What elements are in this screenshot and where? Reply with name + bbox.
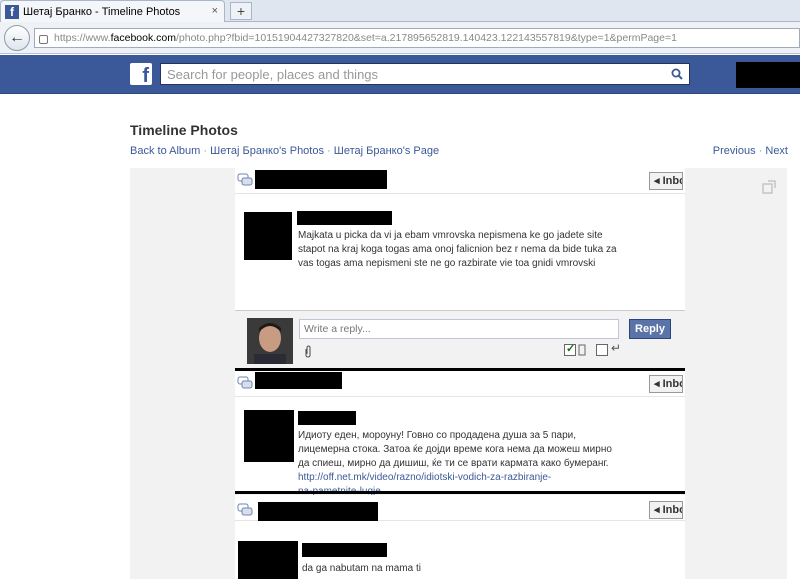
url-host: facebook.com	[110, 32, 176, 44]
facebook-top-bar: f Search for people, places and things	[0, 55, 800, 94]
message-line: лицемерна стока. Затоа ќе дојди време ко…	[298, 444, 612, 455]
redacted-author-name	[302, 543, 387, 557]
pager-separator: ·	[758, 145, 763, 157]
redacted-author-name	[298, 411, 356, 425]
return-arrow-icon: ↵	[611, 341, 622, 355]
browser-tab[interactable]: f Шетај Бранко - Timeline Photos ×	[0, 0, 225, 22]
message-body: Majkata u picka da vi ja ebam vmrovska n…	[298, 229, 617, 271]
message-link[interactable]: http://off.net.mk/video/razno/idiotski-v…	[298, 471, 612, 485]
breadcrumb-photos[interactable]: Шетај Бранко's Photos	[210, 145, 324, 157]
breadcrumb: Back to Album · Шетај Бранко's Photos · …	[130, 145, 439, 157]
breadcrumb-separator: ·	[203, 145, 208, 157]
new-tab-button[interactable]: +	[230, 2, 252, 20]
back-button[interactable]: ←	[4, 25, 30, 51]
breadcrumb-page[interactable]: Шетај Бранко's Page	[334, 145, 439, 157]
previous-link[interactable]: Previous	[713, 145, 756, 157]
avatar	[247, 318, 293, 364]
message-header: ◂ Inbox	[235, 495, 685, 521]
search-icon[interactable]	[671, 68, 683, 80]
redacted-avatar	[244, 212, 292, 260]
message-header: ◂ Inbox	[235, 168, 685, 194]
message-line: Идиоту еден, мороуну! Говно со продадена…	[298, 430, 577, 441]
inbox-button[interactable]: ◂ Inbox	[649, 501, 683, 519]
message-line: vas togas ama nepismeni ste ne go razbir…	[298, 258, 596, 269]
tab-close-icon[interactable]: ×	[212, 5, 218, 17]
browser-tab-title: Шетај Бранко - Timeline Photos	[23, 5, 181, 18]
redacted-avatar	[244, 410, 294, 462]
facebook-logo-icon[interactable]: f	[130, 63, 152, 87]
message-header: ◂ Inbox	[235, 371, 685, 397]
fullscreen-icon[interactable]	[762, 180, 776, 194]
browser-nav-bar: ← https://www. facebook.com/photo.php?fbi…	[0, 22, 800, 54]
url-path: /photo.php?fbid=10151904427327820&set=a.…	[175, 32, 677, 44]
page-title: Timeline Photos	[130, 122, 238, 138]
message-line: да спиеш, мирно да дишиш, ќе ти се врати…	[298, 458, 609, 469]
paperclip-icon[interactable]	[303, 345, 313, 359]
redacted-author-name	[297, 211, 392, 225]
message-line: Majkata u picka da vi ja ebam vmrovska n…	[298, 230, 603, 241]
next-link[interactable]: Next	[765, 145, 788, 157]
breadcrumb-separator: ·	[327, 145, 331, 157]
facebook-favicon-icon: f	[5, 4, 19, 19]
inbox-button[interactable]: ◂ Inbox	[649, 375, 683, 393]
chat-bubbles-icon	[237, 376, 253, 389]
chat-bubbles-icon	[237, 503, 253, 516]
inbox-label: Inbox	[662, 504, 682, 516]
search-placeholder: Search for people, places and things	[167, 67, 379, 82]
inbox-button[interactable]: ◂ Inbox	[649, 172, 683, 190]
reply-button[interactable]: Reply	[629, 319, 671, 339]
chat-bubbles-icon	[237, 173, 253, 186]
message-line: stapot na kraj koga togas ama onoj falic…	[298, 244, 617, 255]
inbox-label: Inbox	[662, 378, 682, 390]
redacted-conversation-name	[255, 170, 387, 189]
address-bar[interactable]: https://www. facebook.com/photo.php?fbid=…	[34, 28, 800, 48]
press-enter-checkbox[interactable]	[564, 342, 576, 356]
browser-tab-strip: f Шетај Бранко - Timeline Photos × +	[0, 0, 800, 22]
secondary-checkbox[interactable]	[596, 344, 608, 356]
search-input[interactable]: Search for people, places and things	[160, 63, 690, 85]
redacted-conversation-name	[258, 502, 378, 521]
message-divider	[235, 491, 685, 494]
breadcrumb-back-to-album[interactable]: Back to Album	[130, 145, 200, 157]
keyboard-icon	[578, 344, 586, 356]
message-line: da ga nabutam na mama ti	[302, 563, 421, 574]
message-body: da ga nabutam na mama ti	[302, 562, 421, 576]
reply-composer: Write a reply... Reply ↵	[235, 310, 685, 368]
url-prefix: https://www.	[54, 32, 111, 44]
redacted-conversation-name	[255, 372, 342, 389]
message-body: Идиоту еден, мороуну! Говно со продадена…	[298, 429, 612, 499]
avatar-photo	[247, 318, 293, 364]
photo-pager: Previous · Next	[713, 145, 788, 157]
inbox-label: Inbox	[662, 175, 682, 187]
lock-icon	[39, 34, 48, 44]
reply-input[interactable]: Write a reply...	[299, 319, 619, 339]
redacted-avatar	[238, 541, 298, 579]
redacted-user-name	[736, 62, 800, 88]
